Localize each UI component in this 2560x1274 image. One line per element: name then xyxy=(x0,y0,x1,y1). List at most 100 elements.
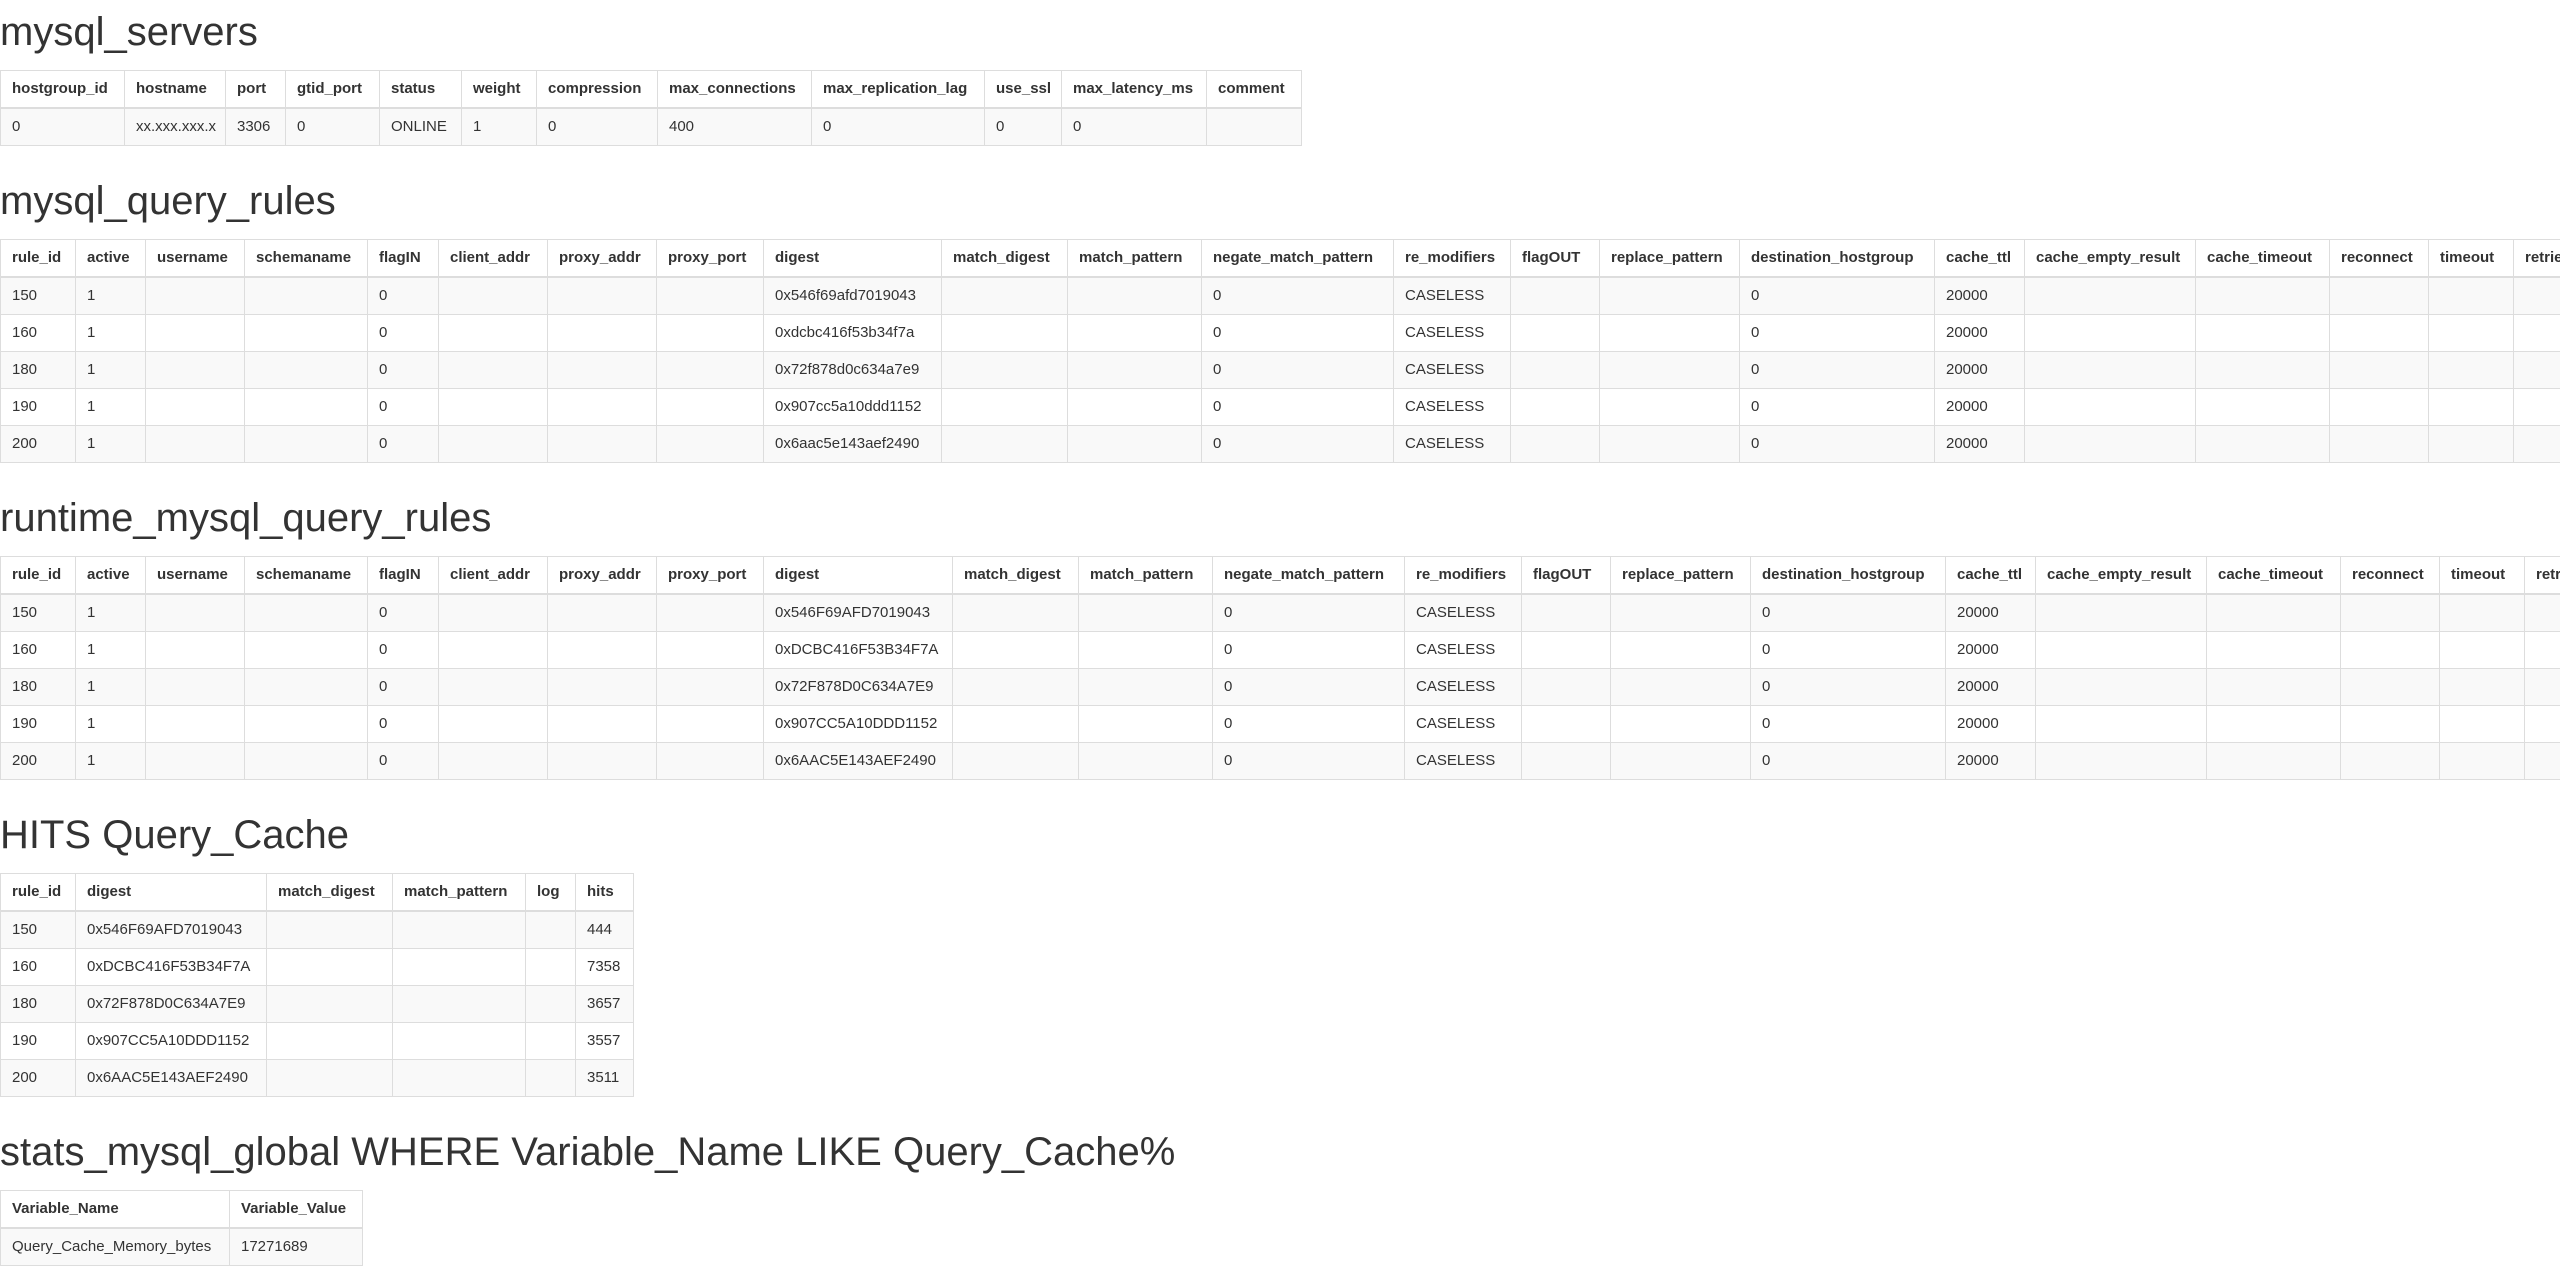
table-cell xyxy=(657,352,764,389)
table-cell xyxy=(2341,594,2440,632)
table-cell: 1 xyxy=(76,632,146,669)
table-cell xyxy=(1079,743,1213,780)
column-header: destination_hostgroup xyxy=(1751,557,1946,595)
table-cell: 160 xyxy=(1,949,76,986)
table-row: 200100x6AAC5E143AEF24900CASELESS020000 xyxy=(1,743,2560,780)
table-cell xyxy=(548,315,657,352)
table-cell xyxy=(439,426,548,463)
table-cell: 20000 xyxy=(1946,706,2036,743)
table-cell xyxy=(1079,706,1213,743)
table-cell xyxy=(2207,594,2341,632)
table-cell xyxy=(146,669,245,706)
column-header: re_modifiers xyxy=(1405,557,1522,595)
table-cell xyxy=(1522,632,1611,669)
table-cell xyxy=(1068,352,1202,389)
table-cell xyxy=(2341,632,2440,669)
table-cell xyxy=(548,352,657,389)
table-cell xyxy=(2341,743,2440,780)
table-cell: 190 xyxy=(1,1023,76,1060)
table-cell xyxy=(2025,352,2196,389)
table-cell xyxy=(439,743,548,780)
table-cell xyxy=(657,426,764,463)
table-cell xyxy=(2440,594,2525,632)
table-cell: 3306 xyxy=(226,108,286,146)
column-header: hits xyxy=(576,874,634,912)
table-cell xyxy=(245,426,368,463)
table-cell: CASELESS xyxy=(1394,426,1511,463)
table-cell: 0x72F878D0C634A7E9 xyxy=(76,986,267,1023)
table-cell: CASELESS xyxy=(1405,632,1522,669)
table-cell: 0 xyxy=(368,743,439,780)
mysql-query-rules-table: rule_idactiveusernameschemanameflagINcli… xyxy=(0,239,2560,463)
table-cell: 0 xyxy=(368,632,439,669)
table-header-row: rule_idactiveusernameschemanameflagINcli… xyxy=(1,557,2560,595)
table-cell: 200 xyxy=(1,743,76,780)
column-header: rule_id xyxy=(1,557,76,595)
table-cell xyxy=(2207,743,2341,780)
table-cell xyxy=(2525,632,2560,669)
column-header: cache_empty_result xyxy=(2025,240,2196,278)
table-cell xyxy=(657,632,764,669)
table-row: 1600xDCBC416F53B34F7A7358 xyxy=(1,949,634,986)
table-cell xyxy=(1600,315,1740,352)
table-cell: 17271689 xyxy=(230,1228,363,1266)
table-cell xyxy=(942,315,1068,352)
table-cell xyxy=(526,986,576,1023)
table-cell: 0 xyxy=(368,669,439,706)
table-cell xyxy=(267,911,393,949)
table-cell xyxy=(1611,706,1751,743)
table-cell: 0 xyxy=(1202,315,1394,352)
column-header: timeout xyxy=(2429,240,2514,278)
column-header: retries xyxy=(2525,557,2560,595)
column-header: flagOUT xyxy=(1522,557,1611,595)
column-header: match_pattern xyxy=(393,874,526,912)
table-cell xyxy=(439,277,548,315)
table-cell xyxy=(657,389,764,426)
table-cell xyxy=(2440,632,2525,669)
table-cell xyxy=(2330,426,2429,463)
table-cell xyxy=(2429,389,2514,426)
table-cell xyxy=(2525,706,2560,743)
table-cell: CASELESS xyxy=(1394,352,1511,389)
table-cell xyxy=(548,743,657,780)
table-cell xyxy=(245,669,368,706)
table-cell: 200 xyxy=(1,1060,76,1097)
table-cell: 0xDCBC416F53B34F7A xyxy=(76,949,267,986)
table-cell: 0x546f69afd7019043 xyxy=(764,277,942,315)
column-header: proxy_addr xyxy=(548,557,657,595)
table-cell xyxy=(548,277,657,315)
table-cell xyxy=(245,277,368,315)
table-cell: 444 xyxy=(576,911,634,949)
table-row: 1800x72F878D0C634A7E93657 xyxy=(1,986,634,1023)
column-header: active xyxy=(76,240,146,278)
table-cell: 1 xyxy=(76,389,146,426)
table-cell: CASELESS xyxy=(1394,315,1511,352)
table-cell xyxy=(245,706,368,743)
column-header: active xyxy=(76,557,146,595)
table-cell: 20000 xyxy=(1935,426,2025,463)
table-cell xyxy=(2036,669,2207,706)
column-header: client_addr xyxy=(439,557,548,595)
column-header: match_digest xyxy=(953,557,1079,595)
table-cell xyxy=(2036,743,2207,780)
table-cell xyxy=(942,352,1068,389)
column-header: max_latency_ms xyxy=(1062,71,1207,109)
table-cell xyxy=(548,669,657,706)
table-cell xyxy=(146,632,245,669)
table-cell: 0 xyxy=(1202,389,1394,426)
table-cell xyxy=(2025,315,2196,352)
table-cell xyxy=(2514,352,2560,389)
column-header: cache_timeout xyxy=(2207,557,2341,595)
table-cell xyxy=(1079,594,1213,632)
column-header: client_addr xyxy=(439,240,548,278)
table-cell: 1 xyxy=(76,352,146,389)
column-header: cache_ttl xyxy=(1946,557,2036,595)
table-cell xyxy=(1600,352,1740,389)
table-cell: 0 xyxy=(1213,706,1405,743)
table-cell: 0 xyxy=(812,108,985,146)
column-header: Variable_Value xyxy=(230,1191,363,1229)
column-header: proxy_port xyxy=(657,240,764,278)
table-row: 200100x6aac5e143aef24900CASELESS020000 xyxy=(1,426,2560,463)
table-cell: 1 xyxy=(76,594,146,632)
table-cell: 20000 xyxy=(1946,743,2036,780)
